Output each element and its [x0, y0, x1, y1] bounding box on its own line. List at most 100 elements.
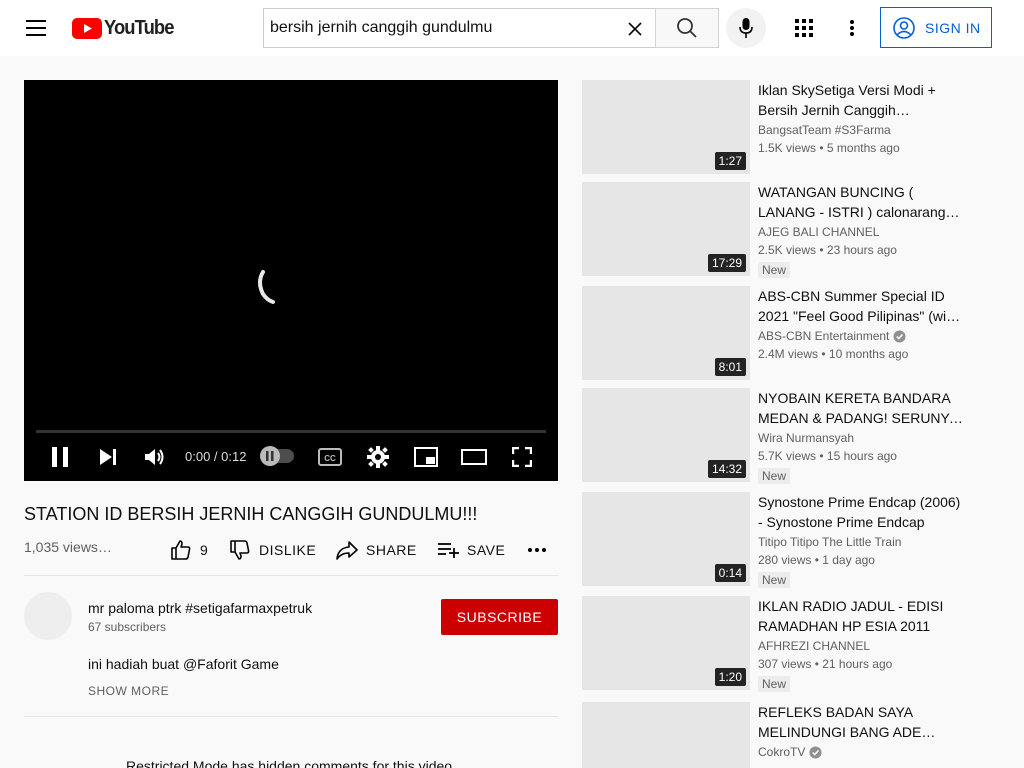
- save-label: SAVE: [467, 542, 506, 558]
- new-badge: New: [758, 468, 791, 484]
- youtube-logo[interactable]: YouTube: [72, 17, 180, 39]
- show-more-button[interactable]: SHOW MORE: [88, 684, 169, 698]
- recommended-channel-name[interactable]: AFHREZI CHANNEL: [758, 639, 870, 653]
- recommended-video[interactable]: 0:14 Synostone Prime Endcap (2006) - Syno…: [582, 492, 982, 588]
- save-button[interactable]: SAVE: [437, 538, 505, 562]
- recommended-channel-name[interactable]: AJEG BALI CHANNEL: [758, 225, 879, 239]
- video-thumbnail[interactable]: 8:01: [582, 286, 750, 380]
- youtube-play-logo-icon: [72, 17, 102, 39]
- recommended-video-title[interactable]: Synostone Prime Endcap (2006) - Synoston…: [758, 492, 963, 532]
- video-player[interactable]: [24, 80, 558, 481]
- search-input[interactable]: [264, 19, 604, 37]
- recommended-video-title[interactable]: IKLAN RADIO JADUL - EDISI RAMADHAN HP ES…: [758, 596, 963, 636]
- miniplayer-icon[interactable]: [413, 444, 439, 470]
- video-thumbnail[interactable]: 17:29: [582, 182, 750, 276]
- channel-name-label: Wira Nurmansyah: [758, 431, 855, 445]
- more-actions-icon[interactable]: [528, 538, 546, 562]
- channel-name-label: BangsatTeam #S3Farma: [758, 123, 891, 137]
- video-title: STATION ID BERSIH JERNIH CANGGIH GUNDULM…: [24, 504, 478, 524]
- hamburger-menu-icon[interactable]: [24, 16, 48, 40]
- view-count: 307 views: [758, 657, 812, 671]
- recommended-video-meta: 307 views • 21 hours ago: [758, 657, 892, 671]
- logo-text: YouTube: [104, 16, 174, 39]
- share-arrow-icon: [336, 541, 358, 560]
- recommended-video-title[interactable]: Iklan SkySetiga Versi Modi + Bersih Jern…: [758, 80, 963, 120]
- upload-age: 1 day ago: [822, 553, 875, 567]
- recommended-video[interactable]: 17:29 WATANGAN BUNCING ( LANANG - ISTRI )…: [582, 182, 982, 278]
- share-button[interactable]: SHARE: [336, 538, 417, 562]
- search-icon: [677, 18, 697, 38]
- autoplay-toggle[interactable]: [260, 446, 294, 466]
- playlist-add-icon: [438, 543, 459, 558]
- time-display: 0:00 / 0:12: [185, 449, 247, 464]
- recommended-video-title[interactable]: NYOBAIN KERETA BANDARA MEDAN & PADANG! S…: [758, 388, 963, 428]
- separator-dot: •: [811, 657, 823, 671]
- video-thumbnail[interactable]: 1:27: [582, 80, 750, 174]
- next-video-icon[interactable]: [95, 444, 121, 470]
- channel-avatar[interactable]: [24, 592, 72, 640]
- recommended-channel-name[interactable]: Wira Nurmansyah: [758, 431, 854, 445]
- recommended-video-title[interactable]: ABS-CBN Summer Special ID 2021 "Feel Goo…: [758, 286, 963, 326]
- new-badge: New: [758, 262, 791, 278]
- recommended-video-meta: 2.5K views • 23 hours ago: [758, 243, 897, 257]
- view-count: 2.4M views: [758, 347, 819, 361]
- volume-icon[interactable]: [142, 444, 168, 470]
- voice-search-button[interactable]: [726, 8, 766, 48]
- loading-spinner-icon: [258, 270, 275, 304]
- search-box: [263, 8, 656, 48]
- closed-captions-icon[interactable]: CC: [317, 444, 343, 470]
- duration-badge: 1:27: [714, 152, 746, 170]
- masthead: YouTube SIGN IN: [0, 0, 1024, 56]
- verified-badge-icon: [893, 329, 906, 343]
- restricted-mode-notice: Restricted Mode has hidden comments for …: [126, 758, 456, 768]
- upload-age: 5 months ago: [826, 141, 900, 155]
- new-badge: New: [758, 572, 791, 588]
- video-thumbnail[interactable]: 14:32: [582, 388, 750, 482]
- recommended-channel-name[interactable]: ABS-CBN Entertainment: [758, 329, 906, 343]
- recommended-video-title[interactable]: REFLEKS BADAN SAYA MELINDUNGI BANG ADE L…: [758, 702, 963, 742]
- apps-grid-icon[interactable]: [792, 16, 816, 40]
- duration-badge: 1:20: [714, 668, 746, 686]
- video-thumbnail[interactable]: [582, 702, 750, 768]
- dislike-label: DISLIKE: [259, 542, 317, 558]
- upload-age: 21 hours ago: [822, 657, 893, 671]
- recommended-video[interactable]: 14:32 NYOBAIN KERETA BANDARA MEDAN & PADA…: [582, 388, 982, 484]
- recommended-channel-name[interactable]: BangsatTeam #S3Farma: [758, 123, 891, 137]
- theater-mode-icon[interactable]: [461, 444, 487, 470]
- progress-bar[interactable]: [36, 430, 546, 433]
- recommended-video[interactable]: 1:20 IKLAN RADIO JADUL - EDISI RAMADHAN H…: [582, 596, 982, 692]
- duration-badge: 8:01: [714, 358, 746, 376]
- fullscreen-icon[interactable]: [509, 444, 535, 470]
- settings-gear-icon[interactable]: [365, 444, 391, 470]
- recommended-channel-name[interactable]: Titipo Titipo The Little Train: [758, 535, 901, 549]
- new-badge: New: [758, 676, 791, 692]
- recommended-video-title[interactable]: WATANGAN BUNCING ( LANANG - ISTRI ) calo…: [758, 182, 963, 222]
- view-count: 2.5K views: [758, 243, 817, 257]
- channel-name[interactable]: mr paloma ptrk #setigafarmaxpetruk: [88, 600, 312, 616]
- recommended-video[interactable]: 8:01 ABS-CBN Summer Special ID 2021 "Feel…: [582, 286, 982, 382]
- more-vertical-icon[interactable]: [840, 16, 864, 40]
- dislike-button[interactable]: DISLIKE: [229, 538, 316, 562]
- svg-text:CC: CC: [324, 454, 336, 463]
- channel-name-label: CokroTV: [758, 745, 806, 759]
- view-count[interactable]: 1,035 views…: [24, 539, 112, 555]
- share-label: SHARE: [366, 542, 417, 558]
- separator-dot: •: [818, 347, 829, 361]
- player-controls: 0:00 / 0:12 CC: [24, 436, 558, 478]
- pause-icon[interactable]: [47, 444, 73, 470]
- search-button[interactable]: [655, 8, 719, 48]
- separator-dot: •: [816, 243, 827, 257]
- sign-in-button[interactable]: SIGN IN: [880, 7, 992, 48]
- recommended-video[interactable]: 1:27 Iklan SkySetiga Versi Modi + Bersih …: [582, 80, 982, 176]
- video-thumbnail[interactable]: 0:14: [582, 492, 750, 586]
- recommended-video[interactable]: REFLEKS BADAN SAYA MELINDUNGI BANG ADE L…: [582, 702, 982, 768]
- thumbs-down-icon: [230, 540, 250, 560]
- channel-name-label: Titipo Titipo The Little Train: [758, 535, 902, 549]
- subscribe-button[interactable]: SUBSCRIBE: [441, 599, 558, 635]
- upload-age: 23 hours ago: [826, 243, 897, 257]
- recommended-channel-name[interactable]: CokroTV: [758, 745, 822, 759]
- video-thumbnail[interactable]: 1:20: [582, 596, 750, 690]
- like-button[interactable]: 9: [170, 538, 208, 562]
- clear-search-icon[interactable]: [623, 17, 647, 41]
- view-count: 5.7K views: [758, 449, 817, 463]
